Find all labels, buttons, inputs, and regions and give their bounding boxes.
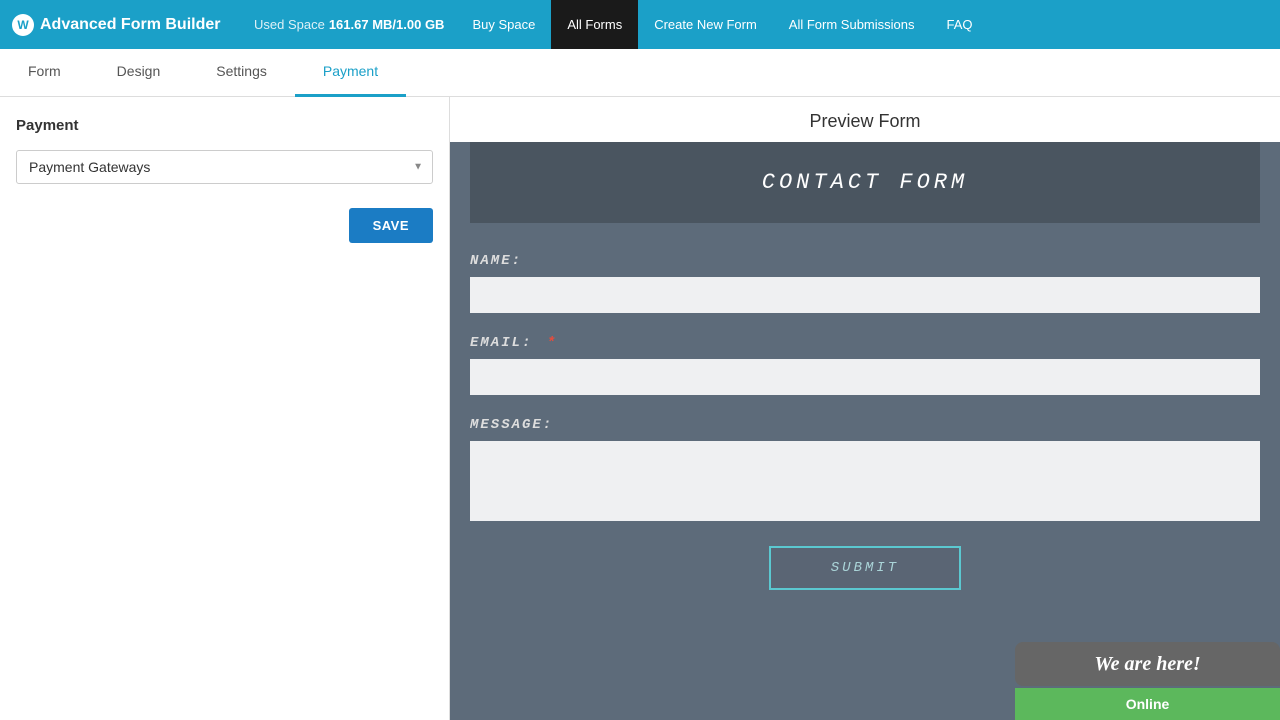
- label-message: MESSAGE:: [470, 417, 1260, 433]
- right-panel: Preview Form CONTACT FORM NAME: EMAIL: *: [450, 97, 1280, 720]
- tab-form[interactable]: Form: [0, 49, 89, 97]
- left-panel: Payment Payment Gateways PayPal Stripe S…: [0, 97, 450, 720]
- used-space-label: Used Space: [254, 17, 325, 32]
- label-name: NAME:: [470, 253, 1260, 269]
- textarea-message[interactable]: [470, 441, 1260, 521]
- chat-status-bar: Online: [1015, 688, 1280, 720]
- app-title: Advanced Form Builder: [40, 16, 220, 34]
- form-header-title: CONTACT FORM: [490, 170, 1240, 195]
- buy-space-button[interactable]: Buy Space: [456, 0, 551, 49]
- used-space-value: 161.67 MB/1.00 GB: [329, 17, 445, 32]
- save-button[interactable]: SAVE: [349, 208, 433, 243]
- field-name: NAME:: [470, 253, 1260, 313]
- preview-area: CONTACT FORM NAME: EMAIL: * MESSAGE:: [450, 142, 1280, 720]
- preview-title: Preview Form: [450, 97, 1280, 142]
- save-row: SAVE: [16, 208, 433, 243]
- required-star: *: [547, 335, 557, 351]
- used-space-info: Used Space 161.67 MB/1.00 GB: [242, 17, 456, 32]
- chat-widget: We are here! Online: [1015, 642, 1280, 720]
- create-new-form-button[interactable]: Create New Form: [638, 0, 773, 49]
- contact-form-container: CONTACT FORM NAME: EMAIL: * MESSAGE:: [450, 142, 1280, 720]
- input-email[interactable]: [470, 359, 1260, 395]
- top-nav-center: Used Space 161.67 MB/1.00 GB Buy Space A…: [242, 0, 1280, 49]
- input-name[interactable]: [470, 277, 1260, 313]
- label-email: EMAIL: *: [470, 335, 1260, 351]
- tab-design[interactable]: Design: [89, 49, 189, 97]
- app-logo: W Advanced Form Builder: [12, 14, 242, 36]
- payment-gateway-select[interactable]: Payment Gateways PayPal Stripe: [16, 150, 433, 184]
- submit-button[interactable]: SUBMIT: [769, 546, 961, 590]
- tab-settings[interactable]: Settings: [188, 49, 295, 97]
- tab-payment[interactable]: Payment: [295, 49, 406, 97]
- all-form-submissions-button[interactable]: All Form Submissions: [773, 0, 931, 49]
- chat-bubble-text: We are here!: [1094, 653, 1200, 675]
- field-email: EMAIL: *: [470, 335, 1260, 395]
- submit-row: SUBMIT: [470, 546, 1260, 590]
- sub-tabs: Form Design Settings Payment: [0, 49, 1280, 97]
- payment-gateway-wrapper: Payment Gateways PayPal Stripe: [16, 150, 433, 184]
- form-header: CONTACT FORM: [470, 142, 1260, 223]
- wp-icon: W: [12, 14, 34, 36]
- panel-title: Payment: [16, 117, 433, 134]
- top-nav: W Advanced Form Builder Used Space 161.6…: [0, 0, 1280, 49]
- all-forms-button[interactable]: All Forms: [551, 0, 638, 49]
- chat-bubble[interactable]: We are here!: [1015, 642, 1280, 686]
- chat-status-label: Online: [1126, 696, 1170, 712]
- faq-button[interactable]: FAQ: [931, 0, 989, 49]
- main-layout: Payment Payment Gateways PayPal Stripe S…: [0, 97, 1280, 720]
- field-message: MESSAGE:: [470, 417, 1260, 524]
